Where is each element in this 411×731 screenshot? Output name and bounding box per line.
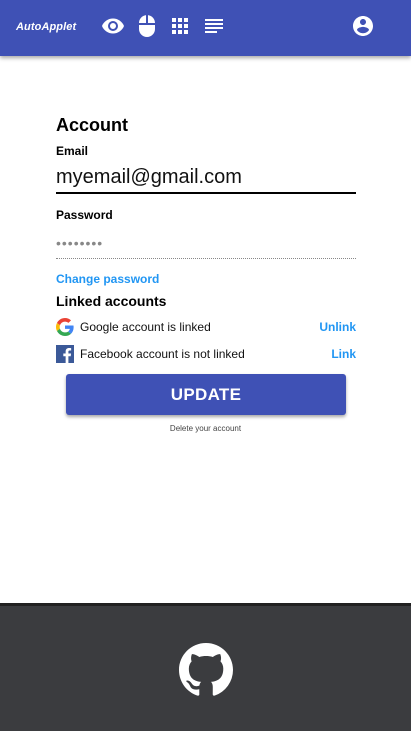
- email-field[interactable]: [56, 162, 356, 194]
- google-icon: [56, 318, 74, 336]
- change-password-link[interactable]: Change password: [56, 272, 159, 286]
- footer: [0, 603, 411, 731]
- account-circle-icon[interactable]: [351, 14, 375, 38]
- update-button[interactable]: UPDATE: [66, 374, 346, 415]
- delete-account-link[interactable]: Delete your account: [0, 424, 411, 433]
- github-icon[interactable]: [179, 643, 233, 697]
- account-title: Account: [56, 115, 128, 135]
- linked-account-facebook: Facebook account is not linked Link: [56, 345, 356, 365]
- link-facebook-button[interactable]: Link: [331, 347, 356, 361]
- password-label: Password: [56, 208, 113, 222]
- apps-grid-icon[interactable]: [168, 14, 192, 38]
- email-label: Email: [56, 144, 89, 158]
- unlink-google-button[interactable]: Unlink: [319, 320, 356, 334]
- app-logo[interactable]: AutoApplet: [16, 21, 76, 33]
- facebook-icon: [56, 345, 74, 363]
- linked-accounts-title: Linked accounts: [56, 293, 167, 309]
- facebook-link-status: Facebook account is not linked: [80, 347, 245, 361]
- eye-icon[interactable]: [101, 14, 125, 38]
- password-field[interactable]: [56, 228, 356, 259]
- google-link-status: Google account is linked: [80, 320, 211, 334]
- mouse-icon[interactable]: [135, 14, 159, 38]
- linked-account-google: Google account is linked Unlink: [56, 318, 356, 338]
- list-icon[interactable]: [202, 14, 226, 38]
- top-app-bar: AutoApplet: [0, 0, 411, 56]
